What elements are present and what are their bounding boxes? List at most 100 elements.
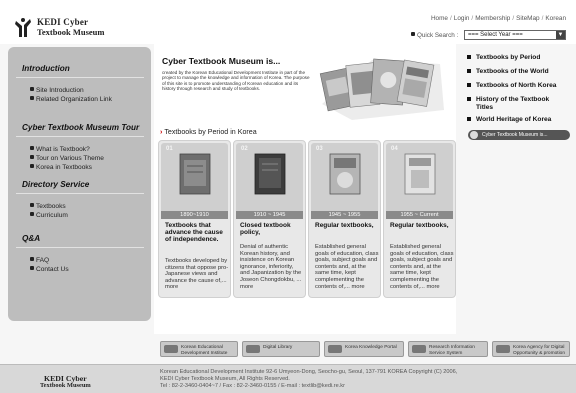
card-era: 1910 ~ 1945 xyxy=(236,211,303,219)
kportal-logo-icon xyxy=(328,345,342,353)
nav-login[interactable]: Login xyxy=(454,15,470,22)
sidebar-item-textbooks[interactable]: Textbooks xyxy=(30,203,66,210)
section-title: › Textbooks by Period in Korea xyxy=(160,128,257,136)
partner-banner-digital-library[interactable]: Digital Library xyxy=(242,341,320,357)
main-content: Cyber Textbook Museum is... created by t… xyxy=(154,44,456,334)
sidebar-heading-tour[interactable]: Cyber Textbook Museum Tour xyxy=(22,123,139,132)
card-number: 03 xyxy=(316,146,323,152)
year-select-value: === Select Year === xyxy=(468,32,523,38)
card-thumbnail: 02 xyxy=(236,143,303,211)
book-icon xyxy=(329,153,361,195)
nav-home[interactable]: Home xyxy=(431,15,448,22)
intro-title: Cyber Textbook Museum is... xyxy=(162,56,281,66)
partner-banner-knowledge-portal[interactable]: Korea Knowledge Portal xyxy=(324,341,404,357)
bullet-icon xyxy=(30,96,34,100)
sidebar-item-contact-us[interactable]: Contact Us xyxy=(30,266,69,273)
card-thumbnail: 01 xyxy=(161,143,228,211)
partner-banner-riss[interactable]: Research Information Service System xyxy=(408,341,488,357)
period-card[interactable]: 01 1890~1910 Textbooks that advance the … xyxy=(158,140,231,298)
card-description: Textbooks developed by citizens that opp… xyxy=(165,258,229,291)
card-number: 04 xyxy=(391,146,398,152)
site-logo[interactable]: KEDI Cyber Textbook Museum xyxy=(14,17,154,41)
sidebar-item-faq[interactable]: FAQ xyxy=(30,257,49,264)
partner-banner-kado[interactable]: Korea Agency for Digital Opportunity & p… xyxy=(492,341,570,357)
bullet-icon xyxy=(411,32,415,36)
nav-sitemap[interactable]: SiteMap xyxy=(516,15,539,22)
period-card[interactable]: 03 1945 ~ 1955 Regular textbooks, Establ… xyxy=(308,140,381,298)
card-description: Established general goals of education, … xyxy=(390,244,454,290)
kedi-logo-icon xyxy=(164,345,178,353)
book-icon xyxy=(404,153,436,195)
card-era: 1955 ~ Current xyxy=(386,211,453,219)
museum-icon xyxy=(470,131,478,139)
card-description: Established general goals of education, … xyxy=(315,244,379,290)
bullet-icon xyxy=(30,203,34,207)
card-thumbnail: 03 xyxy=(311,143,378,211)
sidebar-item-korea-in-textbooks[interactable]: Korea in Textbooks xyxy=(30,164,92,171)
footer-address: Korean Educational Development Institute… xyxy=(160,369,458,375)
divider xyxy=(16,193,144,194)
nav-korean[interactable]: Korean xyxy=(545,15,566,22)
divider xyxy=(16,136,144,137)
card-title[interactable]: Regular textbooks, xyxy=(315,222,379,229)
museum-intro-banner[interactable]: Cyber Textbook Museum is... xyxy=(468,130,570,140)
header: KEDI Cyber Textbook Museum Home / Login / Me… xyxy=(0,0,576,44)
dlibrary-logo-icon xyxy=(246,345,260,353)
bullet-icon xyxy=(30,164,34,168)
bullet-icon xyxy=(30,155,34,159)
card-title[interactable]: Textbooks that advance the cause of inde… xyxy=(165,222,229,243)
sidebar-heading-qa[interactable]: Q&A xyxy=(22,234,40,243)
logo-line1: KEDI Cyber xyxy=(37,17,89,27)
bullet-icon xyxy=(30,266,34,270)
card-title[interactable]: Regular textbooks, xyxy=(390,222,454,229)
partner-banner-kedi[interactable]: Korean Educational Development Institute xyxy=(160,341,238,357)
chevron-right-icon: › xyxy=(160,128,163,136)
bullet-icon xyxy=(30,87,34,91)
card-era: 1945 ~ 1955 xyxy=(311,211,378,219)
footer: KEDI Cyber Textbook Museum Korean Educat… xyxy=(0,364,576,393)
card-title[interactable]: Closed textbook policy, xyxy=(240,222,304,236)
quick-search-label: Quick Search : xyxy=(411,32,458,39)
year-select[interactable]: === Select Year === ▼ xyxy=(464,30,566,40)
more-link[interactable]: more xyxy=(426,284,439,290)
sidebar-heading-introduction[interactable]: Introduction xyxy=(22,64,70,73)
textbooks-photo xyxy=(312,50,450,122)
logo-line2: Textbook Museum xyxy=(37,27,105,37)
sidebar-item-curriculum[interactable]: Curriculum xyxy=(30,212,68,219)
bullet-icon xyxy=(467,117,471,121)
nav-membership[interactable]: Membership xyxy=(475,15,510,22)
footer-contact: Tel : 82-2-3460-0404~7 / Fax : 82-2-3460… xyxy=(160,382,345,389)
divider xyxy=(16,247,144,248)
bullet-icon xyxy=(30,146,34,150)
sidebar-heading-directory[interactable]: Directory Service xyxy=(22,180,89,189)
bullet-icon xyxy=(30,257,34,261)
kado-logo-icon xyxy=(496,345,510,353)
sidebar: Introduction Site Introduction Related O… xyxy=(8,47,151,321)
sidebar-item-related-organization[interactable]: Related Organization Link xyxy=(30,96,112,103)
bullet-icon xyxy=(467,69,471,73)
bullet-icon xyxy=(467,83,471,87)
footer-info: Korean Educational Development Institute… xyxy=(160,369,457,389)
book-icon xyxy=(254,153,286,195)
sidebar-item-tour-theme[interactable]: Tour on Various Theme xyxy=(30,155,104,162)
book-icon xyxy=(179,153,211,195)
sidebar-item-site-introduction[interactable]: Site Introduction xyxy=(30,87,84,94)
logo-mark-icon xyxy=(15,18,31,37)
period-card[interactable]: 04 1955 ~ Current Regular textbooks, Est… xyxy=(383,140,456,298)
card-era: 1890~1910 xyxy=(161,211,228,219)
footer-logo-line2: Textbook Museum xyxy=(40,382,91,389)
more-link[interactable]: more xyxy=(351,284,364,290)
partner-banners: Korean Educational Development Institute… xyxy=(0,334,576,364)
bullet-icon xyxy=(467,97,471,101)
card-thumbnail: 04 xyxy=(386,143,453,211)
more-link[interactable]: more xyxy=(165,284,178,290)
card-description: Denial of authentic Korean history, and … xyxy=(240,244,302,290)
period-card[interactable]: 02 1910 ~ 1945 Closed textbook policy, D… xyxy=(233,140,306,298)
sidebar-item-what-is-textbook[interactable]: What is Textbook? xyxy=(30,146,90,153)
card-number: 01 xyxy=(166,146,173,152)
intro-body: created by the Korean Educational Develo… xyxy=(162,70,310,91)
divider xyxy=(16,77,144,78)
more-link[interactable]: more xyxy=(240,284,253,290)
card-number: 02 xyxy=(241,146,248,152)
chevron-down-icon[interactable]: ▼ xyxy=(556,31,565,39)
